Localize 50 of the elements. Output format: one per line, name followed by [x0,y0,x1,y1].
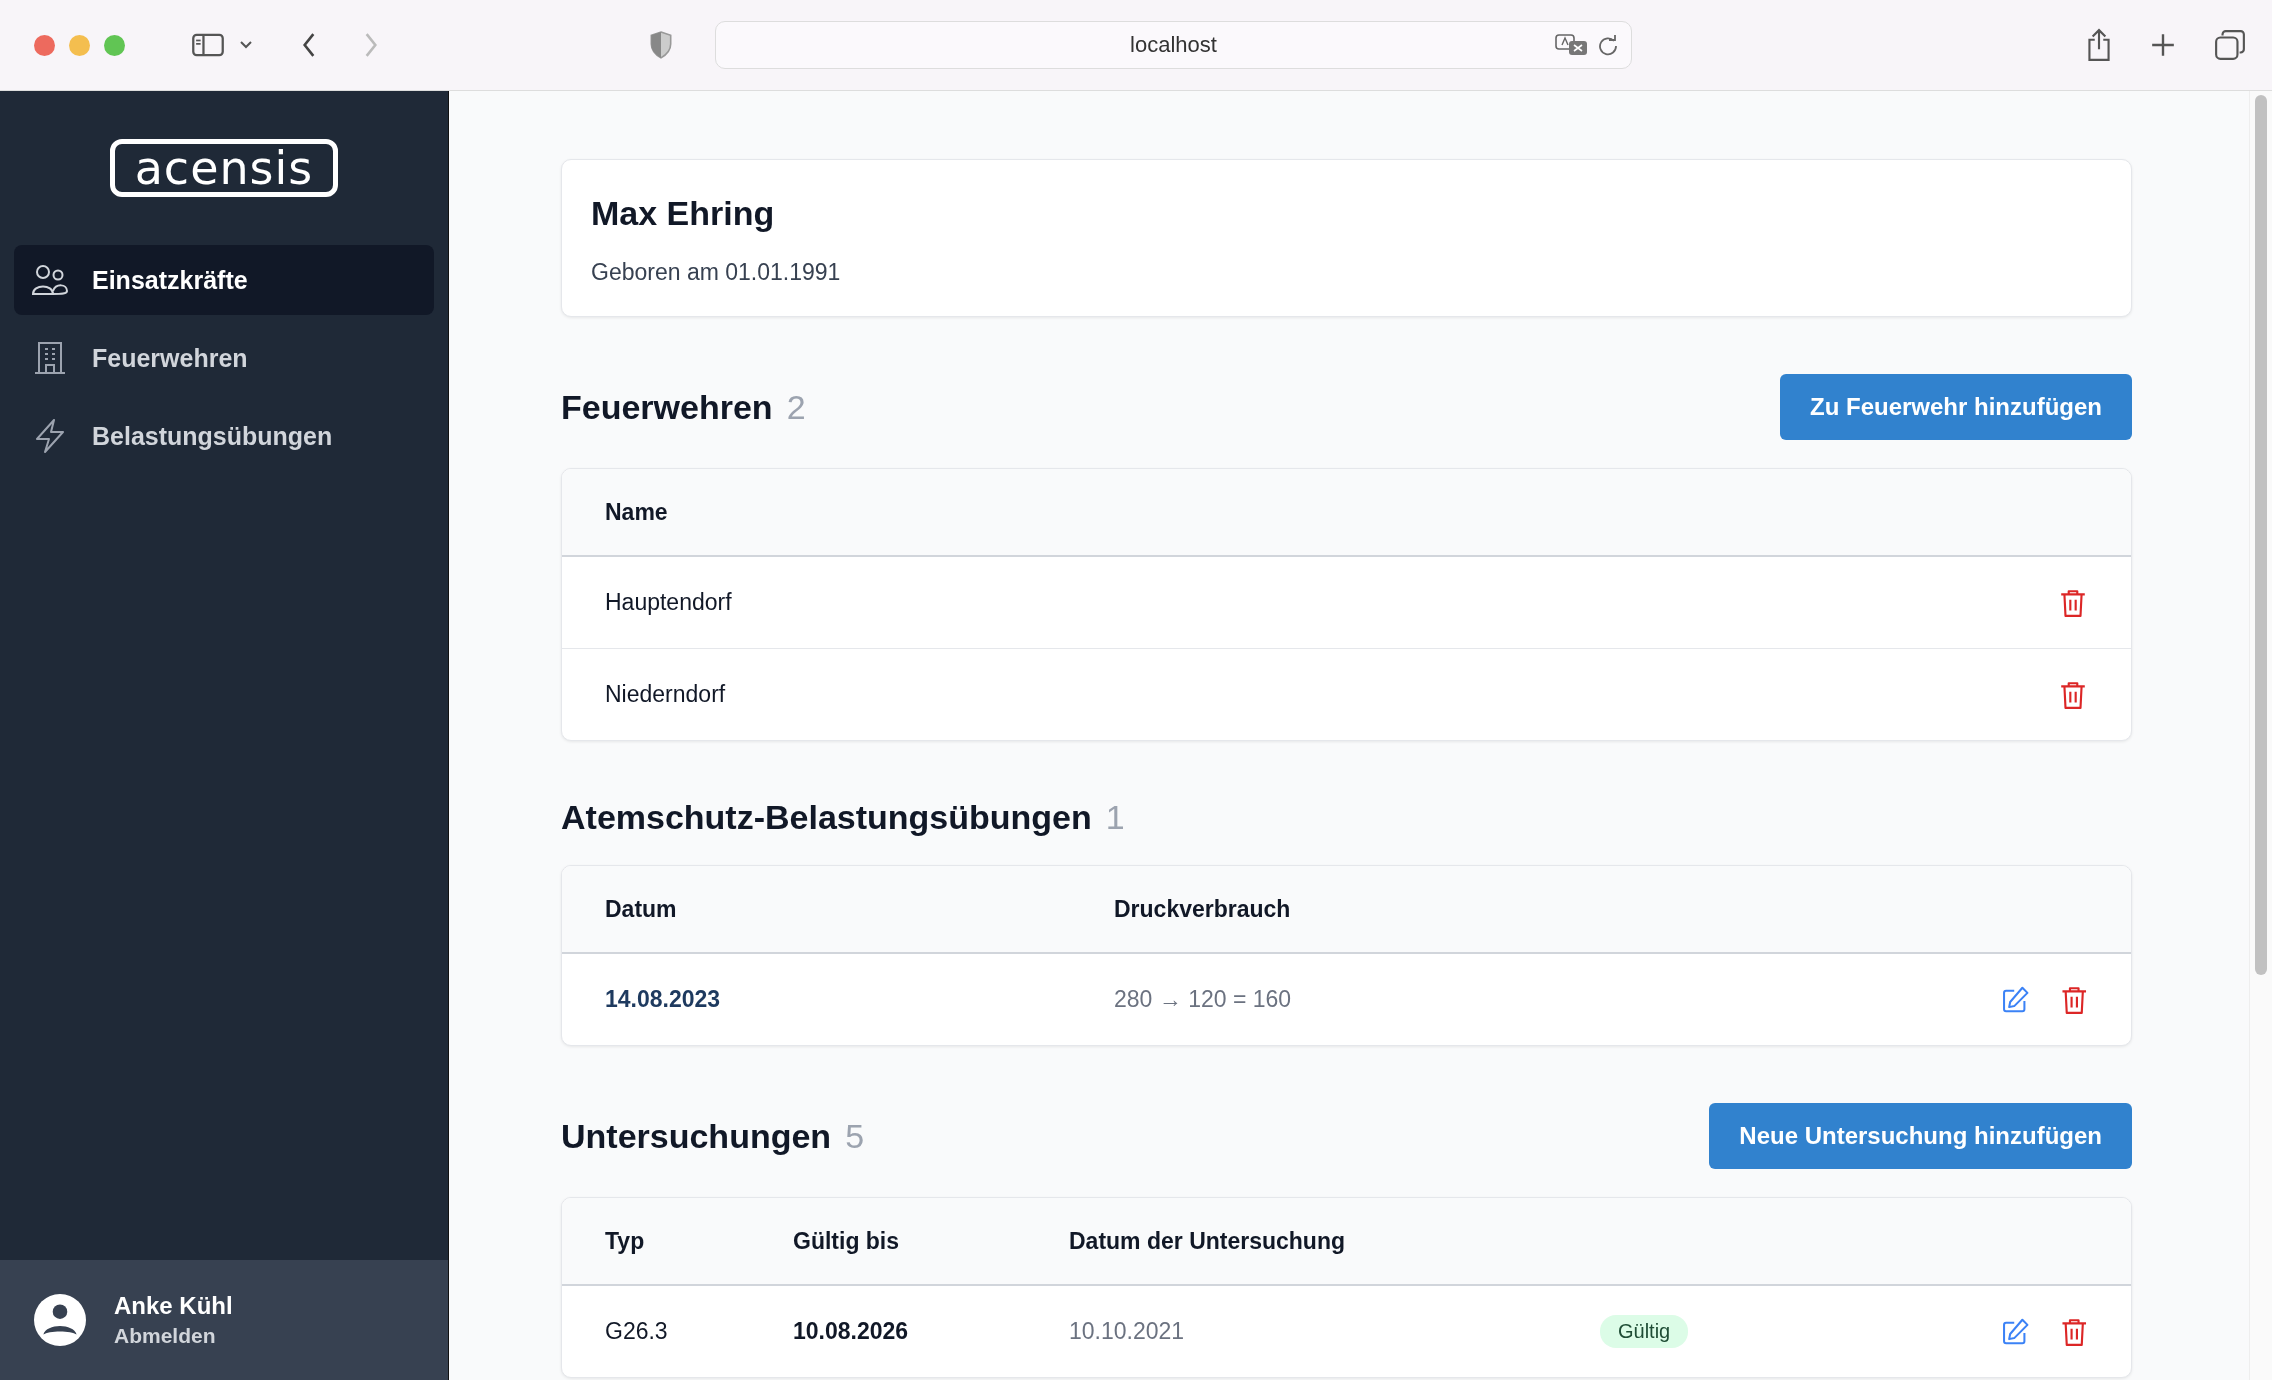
delete-icon[interactable] [2058,587,2088,618]
reload-icon[interactable] [1597,34,1619,56]
table-cell-text: 280 → 120 = 160 [1114,986,1293,1013]
building-icon [32,341,68,375]
table-cell-text: 10.08.2026 [793,1318,910,1345]
user-name: Anke Kühl [114,1292,233,1320]
edit-icon[interactable] [2001,984,2030,1015]
date-link[interactable]: 14.08.2023 [605,986,721,1012]
column-header: Datum [605,895,678,923]
logo[interactable]: acensis [109,139,339,197]
table-cell-text: Niederndorf [605,681,727,708]
section-title: Feuerwehren [561,387,773,427]
add-button[interactable]: Zu Feuerwehr hinzufügen [1780,374,2132,440]
section-title: Untersuchungen [561,1116,832,1156]
close-window-icon[interactable] [34,34,55,56]
shield-icon[interactable] [649,31,673,59]
column-header: Gültig bis [793,1227,901,1255]
sidebar-item[interactable]: Feuerwehren [14,323,434,393]
section-count: 2 [786,387,806,427]
logout-link[interactable]: Abmelden [114,1324,233,1348]
person-name: Max Ehring [591,194,776,233]
tabs-overview-icon[interactable] [2214,29,2246,61]
address-bar[interactable]: localhost [715,21,1632,69]
delete-icon[interactable] [2059,1316,2088,1347]
back-icon[interactable] [301,32,317,58]
translate-icon[interactable] [1555,33,1589,57]
new-tab-icon[interactable] [2150,32,2176,58]
section-count: 1 [1105,798,1125,837]
sidebar-item[interactable]: Einsatzkräfte [14,245,434,315]
sidebar-toggle-icon[interactable] [191,31,225,59]
edit-icon[interactable] [2001,1316,2030,1347]
table-cell-text: G26.3 [605,1318,669,1345]
table-cell-text: 10.10.2021 [1069,1318,1186,1345]
users-icon [32,263,68,297]
birth-date: Geboren am 01.01.1991 [591,259,842,286]
column-header: Typ [605,1227,646,1255]
column-header: Name [605,498,669,526]
sidebar-item[interactable]: Belastungsübungen [14,401,434,471]
table-cell-text: Hauptendorf [605,589,733,616]
chevron-down-icon[interactable] [239,40,253,50]
section-title: Atemschutz-Belastungsübungen [561,798,1092,837]
avatar-icon [34,1294,86,1346]
delete-icon[interactable] [2058,679,2088,710]
delete-icon[interactable] [2059,984,2088,1015]
column-header: Druckverbrauch [1114,895,1292,923]
share-icon[interactable] [2086,28,2112,62]
add-button[interactable]: Neue Untersuchung hinzufügen [1709,1103,2132,1169]
status-badge: Gültig [1600,1315,1689,1348]
section-count: 5 [845,1116,865,1156]
column-header: Datum der Untersuchung [1069,1227,1347,1255]
